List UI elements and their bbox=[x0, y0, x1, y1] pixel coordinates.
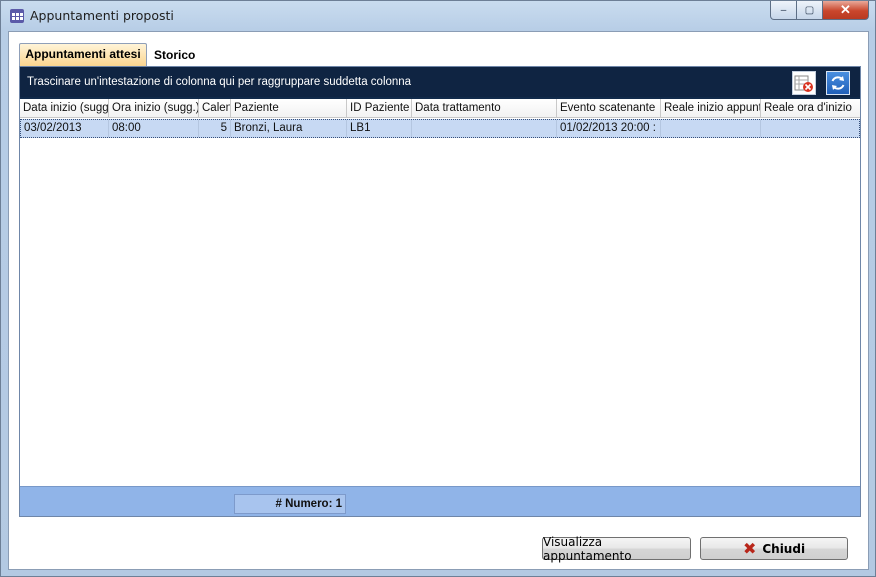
cell-evento-scatenante: 01/02/2013 20:00 : Inizio bbox=[557, 120, 661, 137]
refresh-button[interactable] bbox=[826, 71, 850, 95]
group-by-hint: Trascinare un'intestazione di colonna qu… bbox=[27, 76, 412, 88]
view-appointment-label: Visualizza appuntamento bbox=[543, 534, 632, 563]
cell-data-inizio: 03/02/2013 bbox=[21, 120, 109, 137]
column-header-reale-ora[interactable]: Reale ora d'inizio bbox=[761, 99, 860, 118]
cell-reale-inizio bbox=[661, 120, 761, 137]
column-header-reale-inizio[interactable]: Reale inizio appuntamento bbox=[661, 99, 761, 118]
group-by-bar[interactable]: Trascinare un'intestazione di colonna qu… bbox=[20, 67, 860, 97]
table-row[interactable]: 03/02/2013 08:00 5 Bronzi, Laura LB1 01/… bbox=[20, 119, 860, 138]
column-header-id-paziente[interactable]: ID Paziente bbox=[347, 99, 412, 118]
maximize-button[interactable]: ▢ bbox=[797, 1, 823, 20]
minimize-icon: – bbox=[780, 4, 787, 16]
window-title: Appuntamenti proposti bbox=[30, 8, 174, 23]
column-header-evento-scatenante[interactable]: Evento scatenante bbox=[557, 99, 661, 118]
cell-paziente: Bronzi, Laura bbox=[231, 120, 347, 137]
clear-grid-button[interactable] bbox=[792, 71, 816, 95]
tab-appuntamenti-attesi[interactable]: Appuntamenti attesi bbox=[19, 43, 147, 66]
cell-ora-inizio: 08:00 bbox=[109, 120, 199, 137]
cell-data-trattamento bbox=[412, 120, 557, 137]
grid-header-row: Data inizio (suggerito) Ora inizio (sugg… bbox=[20, 99, 860, 118]
appointments-grid[interactable]: Data inizio (suggerito) Ora inizio (sugg… bbox=[20, 99, 860, 486]
cell-calendario: 5 bbox=[199, 120, 231, 137]
red-x-icon: ✖ bbox=[742, 538, 757, 558]
close-button[interactable]: ✖ Chiudi bbox=[700, 537, 848, 560]
refresh-icon bbox=[831, 76, 845, 90]
column-header-ora-inizio[interactable]: Ora inizio (sugg.) bbox=[109, 99, 199, 118]
column-header-paziente[interactable]: Paziente bbox=[231, 99, 347, 118]
cell-id-paziente: LB1 bbox=[347, 120, 412, 137]
maximize-icon: ▢ bbox=[804, 4, 815, 16]
view-appointment-button[interactable]: Visualizza appuntamento bbox=[542, 534, 691, 563]
close-button-label: Chiudi bbox=[762, 541, 806, 556]
calendar-grid-icon bbox=[10, 9, 24, 23]
clear-grid-icon bbox=[794, 75, 813, 92]
close-window-button[interactable]: ✕ bbox=[823, 1, 869, 20]
grid-footer: # Numero: 1 bbox=[20, 486, 860, 516]
dialog-client-area: Appuntamenti attesi Storico Trascinare u… bbox=[8, 31, 869, 570]
row-count-summary: # Numero: 1 bbox=[234, 494, 346, 514]
caption-buttons: – ▢ ✕ bbox=[770, 1, 869, 20]
column-header-data-trattamento[interactable]: Data trattamento bbox=[412, 99, 557, 118]
minimize-button[interactable]: – bbox=[770, 1, 797, 20]
tab-panel: Trascinare un'intestazione di colonna qu… bbox=[19, 66, 861, 517]
tab-strip: Appuntamenti attesi Storico bbox=[19, 42, 861, 66]
title-bar[interactable]: Appuntamenti proposti – ▢ ✕ bbox=[1, 1, 875, 31]
column-header-data-inizio[interactable]: Data inizio (suggerito) bbox=[20, 99, 109, 118]
tab-storico[interactable]: Storico bbox=[150, 45, 199, 66]
close-icon: ✕ bbox=[840, 2, 851, 17]
column-header-calendario[interactable]: Calendario bbox=[199, 99, 231, 118]
cell-reale-ora bbox=[761, 120, 859, 137]
dialog-window: Appuntamenti proposti – ▢ ✕ Appuntamenti… bbox=[0, 0, 876, 577]
